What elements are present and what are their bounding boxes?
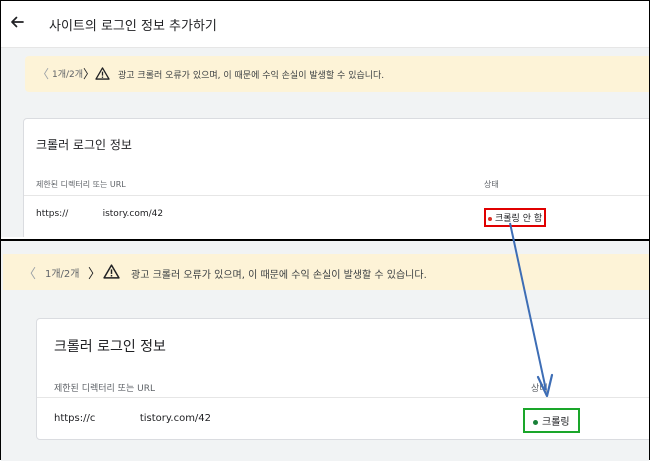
warning-icon [95,67,110,80]
warning-icon [103,264,120,279]
next-page-button[interactable]: 〉 [88,263,101,282]
card-title: 크롤러 로그인 정보 [54,339,166,355]
crawler-login-card: 크롤러 로그인 정보 제한된 디렉터리 또는 URL 상태 https:// i… [23,118,649,237]
warning-message: 광고 크롤러 오류가 있으며, 이 때문에 수익 손실이 발생할 수 있습니다. [118,71,385,81]
status-dot-icon [533,419,538,425]
page-header: 사이트의 로그인 정보 추가하기 [1,1,649,48]
restricted-url: https:// istory.com/42 [36,209,164,219]
arrow-left-icon[interactable] [8,13,26,31]
status-dot-icon [488,216,492,221]
warning-banner: 〈 1개/2개 〉 광고 크롤러 오류가 있으며, 이 때문에 수익 손실이 발… [3,254,649,290]
restricted-url: https://c tistory.com/42 [54,413,212,424]
divider [24,195,649,196]
column-header-url: 제한된 디렉터리 또는 URL [54,384,155,394]
status-badge-not-crawled: 크롤링 안 함 [484,208,547,227]
top-screenshot: 사이트의 로그인 정보 추가하기 〈 1개/2개 〉 광고 크롤러 오류가 있으… [1,1,649,237]
column-header-status: 상태 [484,180,499,189]
prev-page-button[interactable]: 〈 [23,263,36,282]
pager-count: 1개/2개 [52,70,84,80]
card-title: 크롤러 로그인 정보 [36,138,132,152]
warning-message: 광고 크롤러 오류가 있으며, 이 때문에 수익 손실이 발생할 수 있습니다. [131,270,427,281]
warning-banner: 〈 1개/2개 〉 광고 크롤러 오류가 있으며, 이 때문에 수익 손실이 발… [25,56,649,92]
status-label: 크롤링 [542,417,570,428]
pager-count: 1개/2개 [45,269,80,280]
status-badge-crawled: 크롤링 [523,408,580,433]
divider [37,397,649,398]
column-header-url: 제한된 디렉터리 또는 URL [36,180,126,189]
prev-page-button[interactable]: 〈 [37,65,49,82]
column-header-status: 상태 [531,384,548,394]
crawler-login-card: 크롤러 로그인 정보 제한된 디렉터리 또는 URL 상태 https://c … [36,318,649,440]
bottom-screenshot: 〈 1개/2개 〉 광고 크롤러 오류가 있으며, 이 때문에 수익 손실이 발… [1,239,649,461]
next-page-button[interactable]: 〉 [83,65,95,82]
page-title: 사이트의 로그인 정보 추가하기 [49,19,217,34]
status-label: 크롤링 안 함 [495,214,543,224]
